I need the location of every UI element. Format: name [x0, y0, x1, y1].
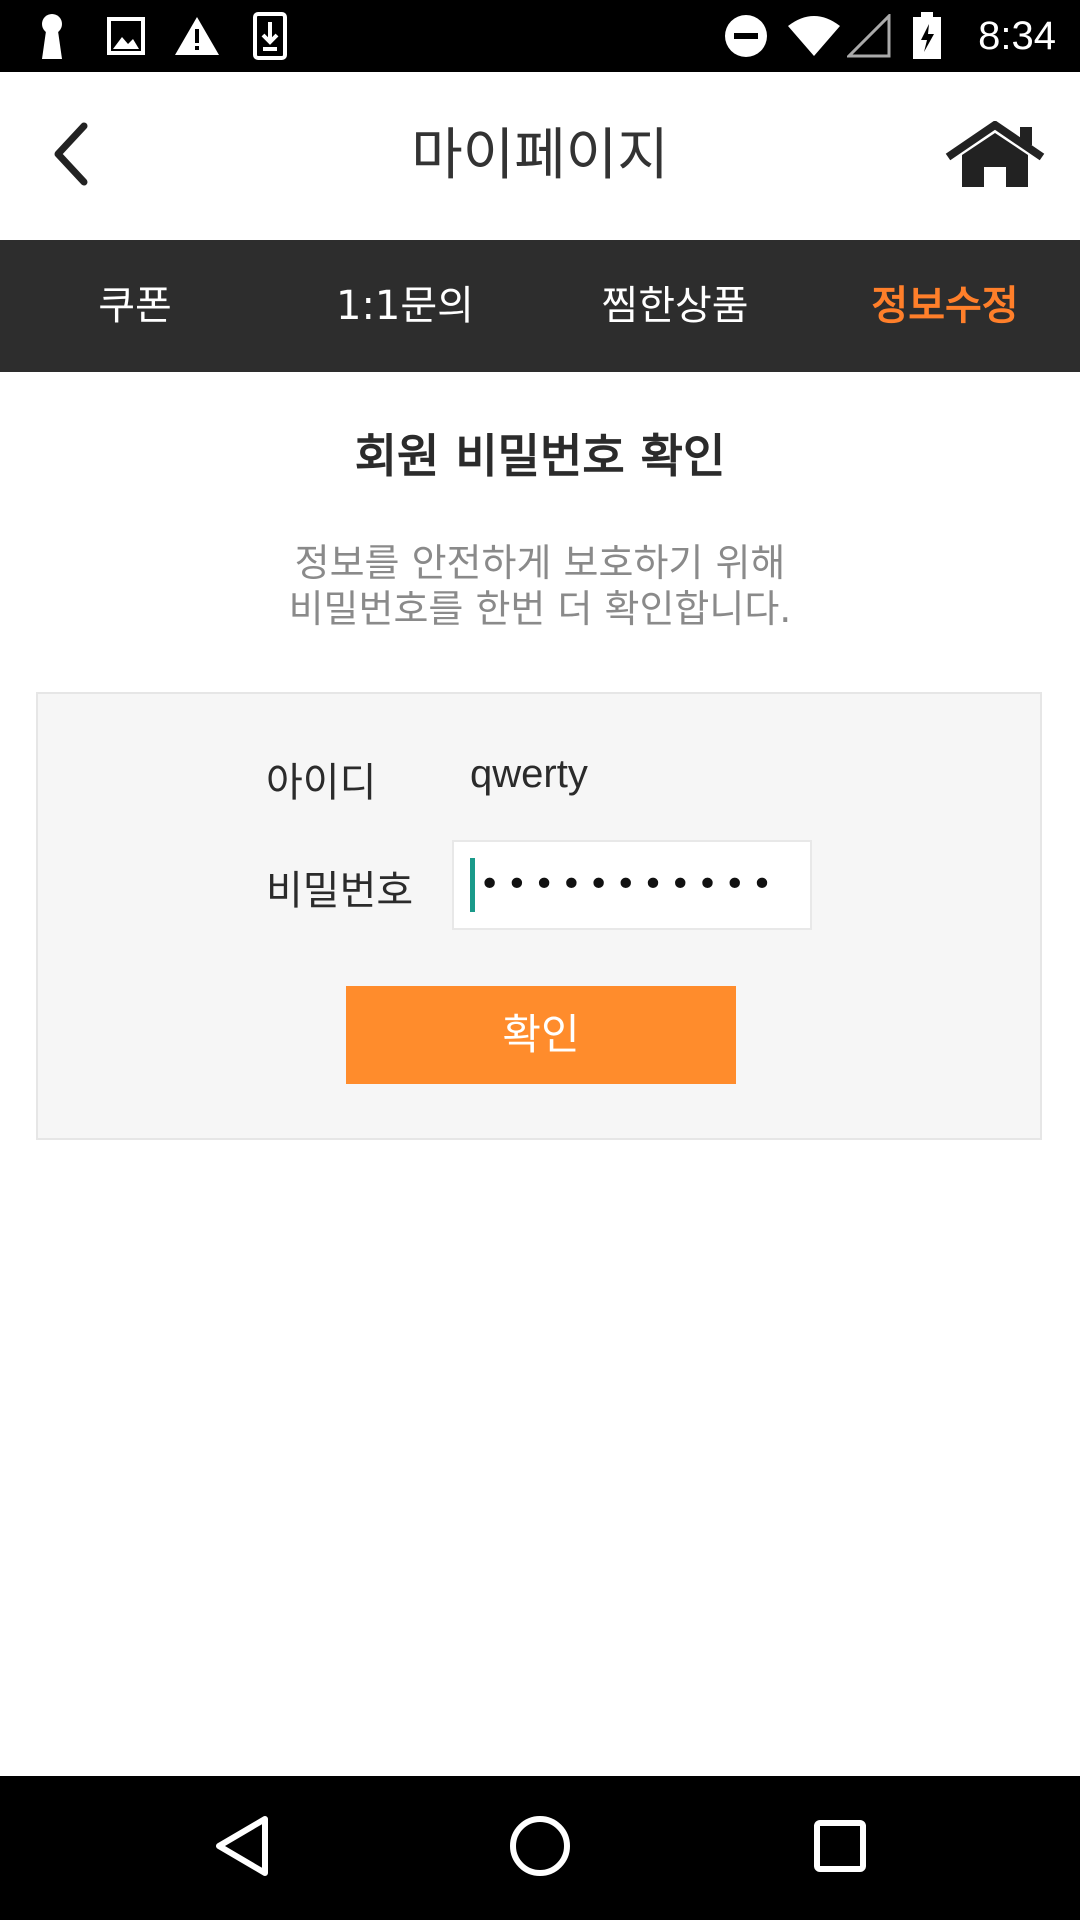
password-masked-value: ••••••••••• [479, 864, 779, 905]
system-nav-bar [0, 1776, 1080, 1920]
status-bar: 8:34 [0, 0, 1080, 72]
nav-recents-button[interactable] [795, 1808, 885, 1888]
home-button[interactable] [940, 112, 1050, 202]
nav-recents-icon [813, 1819, 867, 1877]
tab-inquiry[interactable]: 1:1문의 [270, 240, 540, 372]
text-caret [470, 858, 475, 912]
do-not-disturb-icon [722, 12, 770, 60]
screen: 8:34 마이페이지 쿠폰 1:1문의 찜한상품 정보수정 회원 비밀번호 확인 [0, 0, 1080, 1920]
password-label: 비밀번호 [266, 868, 414, 914]
nav-home-icon [509, 1815, 571, 1881]
nav-back-button[interactable] [196, 1808, 286, 1888]
nav-back-icon [213, 1815, 269, 1881]
description-line-2: 비밀번호를 한번 더 확인합니다. [288, 587, 792, 631]
image-icon [104, 12, 148, 60]
id-label: 아이디 [266, 760, 377, 806]
password-input[interactable]: ••••••••••• [452, 840, 812, 930]
page-title: 마이페이지 [411, 123, 669, 188]
description-line-1: 정보를 안전하게 보호하기 위해 [294, 541, 786, 585]
tab-wishlist[interactable]: 찜한상품 [540, 240, 810, 372]
nav-home-button[interactable] [495, 1808, 585, 1888]
section-title: 회원 비밀번호 확인 [354, 429, 726, 483]
section-description: 정보를 안전하게 보호하기 위해 비밀번호를 한번 더 확인합니다. [0, 540, 1080, 632]
signal-icon [846, 12, 892, 60]
battery-charging-icon [910, 12, 944, 60]
download-icon [250, 12, 290, 60]
warning-icon [172, 12, 222, 60]
id-value: qwerty [470, 752, 588, 796]
password-confirm-form: 아이디 qwerty 비밀번호 ••••••••••• 확인 [36, 692, 1042, 1140]
tab-edit-info[interactable]: 정보수정 [810, 240, 1080, 372]
status-time: 8:34 [978, 14, 1056, 58]
confirm-button[interactable]: 확인 [346, 986, 736, 1084]
wifi-icon [786, 12, 842, 60]
home-icon [942, 120, 1048, 193]
app-header: 마이페이지 [0, 72, 1080, 240]
tab-coupon[interactable]: 쿠폰 [0, 240, 270, 372]
tab-bar: 쿠폰 1:1문의 찜한상품 정보수정 [0, 240, 1080, 372]
keyhole-icon [32, 12, 72, 60]
